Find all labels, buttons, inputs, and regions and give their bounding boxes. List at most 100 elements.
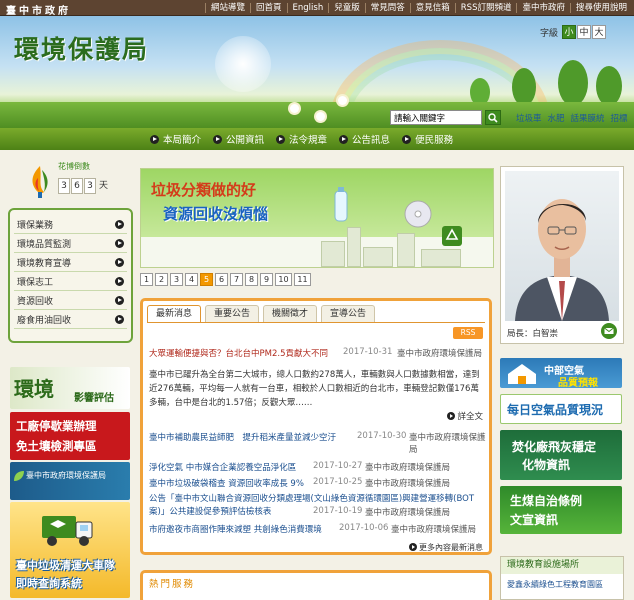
arrow-right-icon bbox=[276, 134, 286, 144]
nav-item-regulations[interactable]: 法令規章 bbox=[276, 132, 327, 146]
sidebar-item-label: 環境教育宣導 bbox=[17, 258, 72, 269]
pager-page[interactable]: 9 bbox=[260, 273, 273, 286]
banner-daily-air-quality[interactable]: 每日空氣品質現況 bbox=[500, 394, 622, 424]
rss-button[interactable]: RSS bbox=[453, 327, 483, 339]
font-size-small-button[interactable]: 小 bbox=[562, 25, 577, 39]
pager-page[interactable]: 1 bbox=[140, 273, 153, 286]
sidebar-item-recycling[interactable]: 資源回收 bbox=[14, 291, 127, 310]
slide-headline: 垃圾分類做的好 bbox=[151, 181, 257, 199]
keyword-link[interactable]: 水肥 bbox=[548, 112, 565, 124]
slideshow-pager: 1 2 3 4 5 6 7 8 9 10 11 bbox=[140, 273, 313, 286]
tab-important-notices[interactable]: 重要公告 bbox=[205, 305, 260, 322]
news-row: 市府邀夜市商圈作陣來減塑 共創綠色消費環境 bbox=[149, 523, 322, 535]
news-title[interactable]: 淨化空氣 中市媒合企業認養空品淨化區 bbox=[149, 463, 296, 473]
banner-text: 環境 bbox=[14, 377, 54, 401]
top-link-rss[interactable]: RSS訂閱頻道 bbox=[454, 3, 517, 13]
banner-text: 品質預報 bbox=[558, 378, 598, 388]
read-more-link[interactable]: 詳全文 bbox=[447, 410, 483, 422]
top-link-faq[interactable]: 常見問答 bbox=[364, 3, 410, 13]
nav-item-about[interactable]: 本局簡介 bbox=[150, 132, 201, 146]
slideshow-banner[interactable]: 垃圾分類做的好 資源回收沒煩惱 bbox=[140, 168, 494, 268]
tree-decoration bbox=[596, 66, 622, 106]
banner-factory-closure[interactable]: 工廠停歇業辦理 免土壤檢測專區 bbox=[10, 412, 130, 460]
education-facility-link[interactable]: 愛鑫永續綠色工程教育園區 bbox=[507, 579, 603, 590]
news-source: 臺中市政府環境保護局 bbox=[365, 479, 451, 489]
banner-incinerator-fly-ash[interactable]: 焚化廠飛灰穩定 化物資訊 bbox=[500, 430, 622, 480]
recycle-bottle-icon bbox=[334, 187, 348, 222]
keyword-link[interactable]: 垃圾車 bbox=[516, 112, 542, 124]
news-featured-title[interactable]: 大眾運輸便捷與否？台北台中PM2.5貢獻大不同 bbox=[149, 349, 328, 359]
news-title[interactable]: 臺中市垃圾破袋稽查 資源回收率成長 9% bbox=[149, 479, 304, 489]
top-link-english[interactable]: English bbox=[286, 3, 329, 13]
banner-text: 免土壤檢測專區 bbox=[16, 439, 97, 453]
keyword-link[interactable]: 話果膜統 bbox=[571, 112, 605, 124]
sidebar-item-quality-monitoring[interactable]: 環境品質監測 bbox=[14, 234, 127, 253]
pager-page-active[interactable]: 5 bbox=[200, 273, 213, 286]
font-size-large-button[interactable]: 大 bbox=[592, 25, 607, 39]
top-link-city-gov[interactable]: 臺中市政府 bbox=[516, 3, 570, 13]
banner-text: 即時查詢系統 bbox=[16, 577, 82, 590]
tree-decoration bbox=[558, 60, 588, 106]
flower-decoration bbox=[316, 112, 325, 121]
tab-recruitment[interactable]: 機關徵才 bbox=[263, 305, 318, 322]
top-link-mailbox[interactable]: 意見信箱 bbox=[409, 3, 455, 13]
news-date: 2017-10-31 bbox=[343, 347, 393, 357]
news-row: 淨化空氣 中市媒合企業認養空品淨化區 bbox=[149, 461, 296, 473]
pager-page[interactable]: 10 bbox=[275, 273, 292, 286]
search-input[interactable] bbox=[390, 110, 482, 125]
pager-page[interactable]: 2 bbox=[155, 273, 168, 286]
arrow-right-icon bbox=[115, 238, 124, 248]
countdown-counter: 3 6 3 天 bbox=[58, 178, 108, 194]
sidebar-item-label: 環保志工 bbox=[17, 277, 54, 288]
top-link-kids[interactable]: 兒童版 bbox=[328, 3, 365, 13]
pager-page[interactable]: 4 bbox=[185, 273, 198, 286]
nav-item-label: 公開資訊 bbox=[226, 135, 265, 146]
building-decoration bbox=[321, 241, 345, 267]
hot-services-panel: 熱門服務 bbox=[140, 570, 492, 600]
slide-subheadline: 資源回收沒煩惱 bbox=[163, 205, 269, 223]
read-more-label: 詳全文 bbox=[457, 412, 483, 422]
nav-item-services[interactable]: 便民服務 bbox=[402, 132, 453, 146]
banner-text: 臺中市政府環境保護局 bbox=[26, 471, 106, 480]
sidebar-item-cooking-oil[interactable]: 廢食用油回收 bbox=[14, 310, 127, 329]
news-source: 臺中市政府環境保護局 bbox=[397, 349, 483, 359]
nav-item-label: 法令規章 bbox=[289, 135, 328, 146]
pager-page[interactable]: 11 bbox=[294, 273, 311, 286]
nav-item-label: 本局簡介 bbox=[163, 135, 202, 146]
more-news-link[interactable]: 更多內容最新消息 bbox=[409, 542, 483, 553]
building-decoration bbox=[363, 247, 393, 267]
keyword-link[interactable]: 招標 bbox=[611, 112, 628, 124]
sidebar-item-volunteers[interactable]: 環保志工 bbox=[14, 272, 127, 291]
news-title[interactable]: 臺中市補助農民益師肥 提升稻米產量並減少空汙 bbox=[149, 433, 336, 443]
mail-icon[interactable] bbox=[601, 323, 617, 339]
top-link-sitemap[interactable]: 網站導覽 bbox=[204, 3, 250, 13]
arrow-right-icon bbox=[115, 295, 124, 305]
pager-page[interactable]: 3 bbox=[170, 273, 183, 286]
banner-epb[interactable]: 臺中市政府環境保護局 bbox=[10, 462, 130, 500]
nav-item-public-info[interactable]: 公開資訊 bbox=[213, 132, 264, 146]
pager-page[interactable]: 8 bbox=[245, 273, 258, 286]
top-bar: 臺中市政府 網站導覽 回首頁 English 兒童版 常見問答 意見信箱 RSS… bbox=[0, 0, 634, 17]
font-size-medium-button[interactable]: 中 bbox=[577, 25, 592, 39]
news-title[interactable]: 市府邀夜市商圈作陣來減塑 共創綠色消費環境 bbox=[149, 525, 322, 535]
banner-garbage-truck[interactable]: 臺中垃圾清運大車隊 即時查詢系統 bbox=[10, 502, 130, 598]
banner-coal-regulation[interactable]: 生煤自治條例 文宣資訊 bbox=[500, 486, 622, 534]
search-button[interactable] bbox=[485, 110, 501, 125]
top-link-home[interactable]: 回首頁 bbox=[250, 3, 287, 13]
tab-latest-news[interactable]: 最新消息 bbox=[147, 305, 202, 322]
sidebar-item-education[interactable]: 環境教育宣導 bbox=[14, 253, 127, 272]
banner-text: 工廠停歇業辦理 bbox=[16, 419, 97, 433]
sidebar-item-label: 環境品質監測 bbox=[17, 239, 72, 250]
counter-digit: 3 bbox=[58, 178, 70, 194]
flora-expo-countdown: 花博倒數 3 6 3 天 bbox=[28, 160, 120, 200]
pager-page[interactable]: 6 bbox=[215, 273, 228, 286]
sidebar-item-business[interactable]: 環保業務 bbox=[14, 215, 127, 234]
top-link-search-help[interactable]: 搜尋使用說明 bbox=[569, 3, 632, 13]
site-logo-title[interactable]: 環境保護局 bbox=[14, 30, 149, 66]
tab-promotions[interactable]: 宣導公告 bbox=[321, 305, 376, 322]
government-name[interactable]: 臺中市政府 bbox=[6, 2, 71, 17]
banner-environmental-impact[interactable]: 環境 影響評估 bbox=[10, 367, 130, 409]
pager-page[interactable]: 7 bbox=[230, 273, 243, 286]
banner-air-quality-forecast[interactable]: 中部空氣 品質預報 bbox=[500, 358, 622, 388]
nav-item-announcements[interactable]: 公告訊息 bbox=[339, 132, 390, 146]
